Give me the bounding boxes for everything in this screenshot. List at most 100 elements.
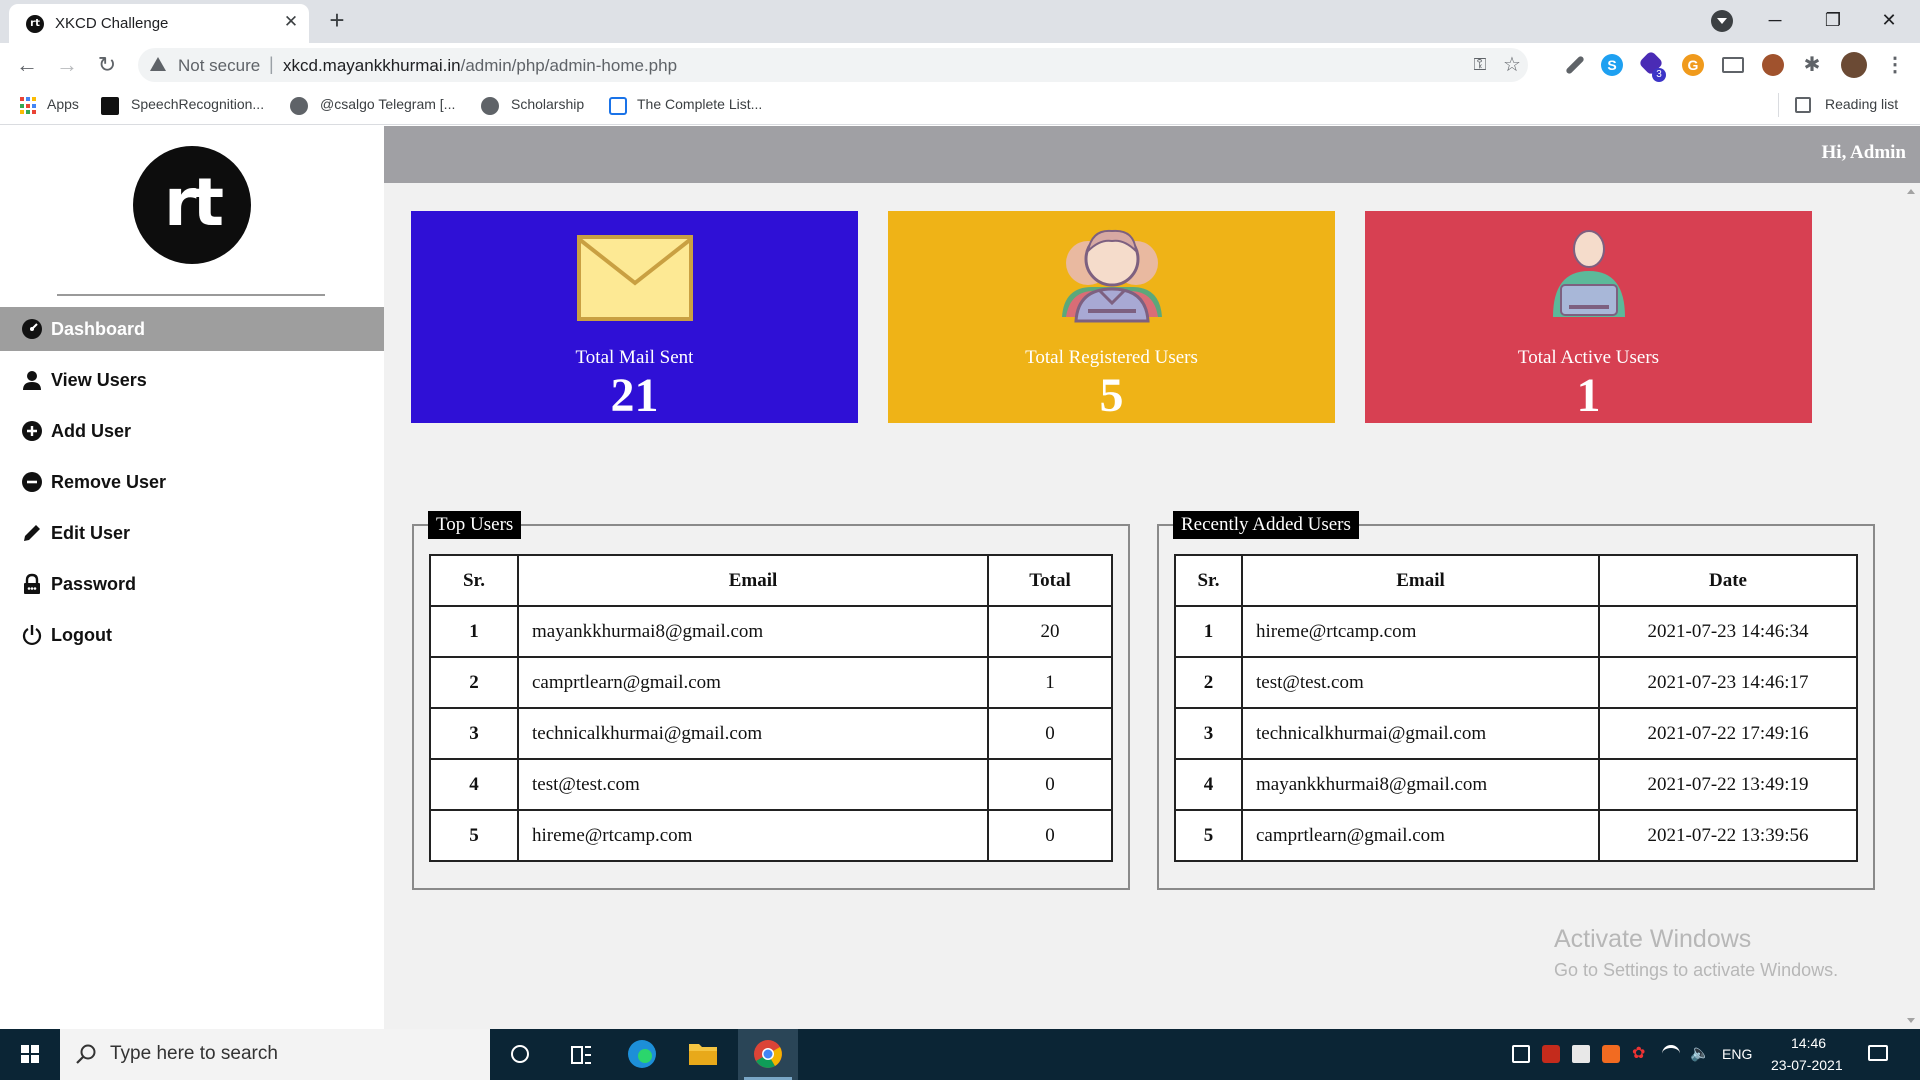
bookmark-star-icon[interactable]: ☆ <box>1502 55 1522 75</box>
volume-icon[interactable]: 🔈 <box>1690 1045 1710 1063</box>
apps-grid-icon[interactable] <box>20 97 38 115</box>
clock-time[interactable]: 14:46 <box>1791 1035 1826 1051</box>
url-path: /admin/php/admin-home.php <box>460 56 678 75</box>
cell-total: 0 <box>987 809 1113 862</box>
bookmark-apps[interactable]: Apps <box>47 96 79 116</box>
logo-text: rt <box>163 164 224 241</box>
cast-icon[interactable] <box>1722 57 1744 73</box>
table-row: 4 mayankkhurmai8@gmail.com 2021-07-22 13… <box>1174 758 1858 811</box>
taskbar-search-box[interactable]: Type here to search <box>60 1029 490 1080</box>
rtcamp-logo: rt <box>133 146 251 264</box>
card-label: Total Mail Sent <box>575 347 694 368</box>
wifi-icon[interactable] <box>1662 1045 1680 1063</box>
taskbar-chrome[interactable] <box>738 1029 798 1080</box>
cortana-button[interactable] <box>490 1029 550 1080</box>
tray-shield-icon[interactable] <box>1542 1045 1560 1063</box>
recent-users-panel: Recently Added Users Sr. Email Date 1 hi… <box>1157 511 1875 890</box>
tray-paw-icon[interactable]: ✿ <box>1632 1045 1650 1063</box>
clock-date[interactable]: 23-07-2021 <box>1771 1057 1843 1073</box>
globe-icon <box>290 97 308 115</box>
tray-app-icon[interactable] <box>1602 1045 1620 1063</box>
security-label[interactable]: Not secure <box>178 56 260 76</box>
sidebar-item-label: Remove User <box>51 472 167 492</box>
sidebar-item-password[interactable]: Password <box>0 562 384 606</box>
sidebar-item-label: Edit User <box>51 523 131 543</box>
address-bar[interactable]: Not secure | xkcd.mayankkhurmai.in/admin… <box>138 48 1528 82</box>
key-icon[interactable]: ⚿ <box>1470 55 1490 75</box>
reading-list-icon[interactable] <box>1795 97 1811 113</box>
cell-date: 2021-07-22 17:49:16 <box>1598 707 1858 760</box>
tray-battery-icon[interactable] <box>1572 1045 1590 1063</box>
language-indicator[interactable]: ENG <box>1722 1046 1752 1062</box>
menu-kebab-icon[interactable]: ⋮ <box>1884 54 1906 76</box>
sidebar-item-label: View Users <box>51 370 147 390</box>
url-text[interactable]: xkcd.mayankkhurmai.in/admin/php/admin-ho… <box>283 56 677 76</box>
speech-favicon-icon <box>101 97 119 115</box>
tray-monitor-icon[interactable] <box>1512 1045 1530 1063</box>
page-scrollbar[interactable] <box>1903 183 1920 1029</box>
cookie-icon[interactable] <box>1762 54 1784 76</box>
windows-start-button[interactable] <box>0 1029 60 1080</box>
notifications-icon[interactable] <box>1868 1045 1888 1061</box>
scroll-up-icon[interactable] <box>1907 189 1915 194</box>
forward-icon[interactable]: → <box>51 49 83 81</box>
table-row: 3 technicalkhurmai@gmail.com 2021-07-22 … <box>1174 707 1858 760</box>
browser-tab[interactable]: rt XKCD Challenge ✕ <box>9 4 309 43</box>
bookmark-complete-list[interactable]: The Complete List... <box>637 96 762 116</box>
column-header: Email <box>517 554 989 607</box>
cell-sr: 5 <box>429 809 519 862</box>
card-label: Total Active Users <box>1517 347 1660 368</box>
cell-email: test@test.com <box>1241 656 1600 709</box>
close-window-icon[interactable]: ✕ <box>1866 4 1912 36</box>
bookmark-scholarship[interactable]: Scholarship <box>511 96 584 116</box>
reload-icon[interactable]: ↻ <box>91 49 123 81</box>
back-icon[interactable]: ← <box>11 49 43 81</box>
tab-search-icon[interactable] <box>1711 10 1733 32</box>
cell-sr: 2 <box>1174 656 1243 709</box>
pencil-icon <box>24 525 40 541</box>
cell-sr: 1 <box>1174 605 1243 658</box>
tab-close-icon[interactable]: ✕ <box>279 10 303 34</box>
sidebar-item-edit-user[interactable]: Edit User <box>0 511 384 555</box>
card-value: 21 <box>610 369 659 422</box>
sidebar-item-remove-user[interactable]: Remove User <box>0 460 384 504</box>
dashboard-icon <box>22 319 42 339</box>
cell-date: 2021-07-22 13:49:19 <box>1598 758 1858 811</box>
minimize-icon[interactable]: ─ <box>1752 4 1798 36</box>
eyedropper-icon[interactable] <box>1565 55 1585 75</box>
profile-avatar[interactable] <box>1841 52 1867 78</box>
sidebar-item-logout[interactable]: Logout <box>0 613 384 657</box>
sidebar-item-label: Password <box>51 574 137 594</box>
task-view-button[interactable] <box>551 1029 611 1080</box>
envelope-icon <box>577 235 693 321</box>
cell-total: 0 <box>987 707 1113 760</box>
card-total-active-users: Total Active Users 1 <box>1365 211 1812 423</box>
bookmarks-bar: Apps SpeechRecognition... @csalgo Telegr… <box>0 87 1920 125</box>
scroll-down-icon[interactable] <box>1907 1018 1915 1023</box>
new-tab-button[interactable]: + <box>322 6 352 36</box>
cell-sr: 5 <box>1174 809 1243 862</box>
restore-icon[interactable]: ❐ <box>1810 4 1856 36</box>
sidebar-item-add-user[interactable]: Add User <box>0 409 384 453</box>
reading-list-button[interactable]: Reading list <box>1825 96 1898 116</box>
bookmark-csalgo-telegram[interactable]: @csalgo Telegram [... <box>320 96 455 116</box>
cell-date: 2021-07-23 14:46:17 <box>1598 656 1858 709</box>
bookmark-speechrecognition[interactable]: SpeechRecognition... <box>131 96 264 116</box>
sidebar-item-dashboard[interactable]: Dashboard <box>0 307 384 351</box>
taskbar-file-explorer[interactable] <box>673 1029 733 1080</box>
windows-logo-icon <box>21 1045 39 1063</box>
top-users-panel: Top Users Sr. Email Total 1 mayankkhurma… <box>412 511 1130 890</box>
folder-icon <box>689 1044 717 1065</box>
grammarly-icon[interactable]: G <box>1682 54 1704 76</box>
top-users-legend: Top Users <box>428 511 522 539</box>
cell-email: mayankkhurmai8@gmail.com <box>1241 758 1600 811</box>
main-content: Hi, Admin Total Mail Sent 21 Total Regis… <box>384 126 1920 1029</box>
cell-date: 2021-07-23 14:46:34 <box>1598 605 1858 658</box>
sidebar-item-view-users[interactable]: View Users <box>0 358 384 402</box>
taskbar-edge[interactable] <box>612 1029 672 1080</box>
skype-icon[interactable]: S <box>1601 54 1623 76</box>
cell-sr: 3 <box>429 707 519 760</box>
column-header: Sr. <box>429 554 519 607</box>
puzzle-extensions-icon[interactable]: ✱ <box>1801 54 1823 76</box>
active-user-icon <box>1553 230 1625 317</box>
